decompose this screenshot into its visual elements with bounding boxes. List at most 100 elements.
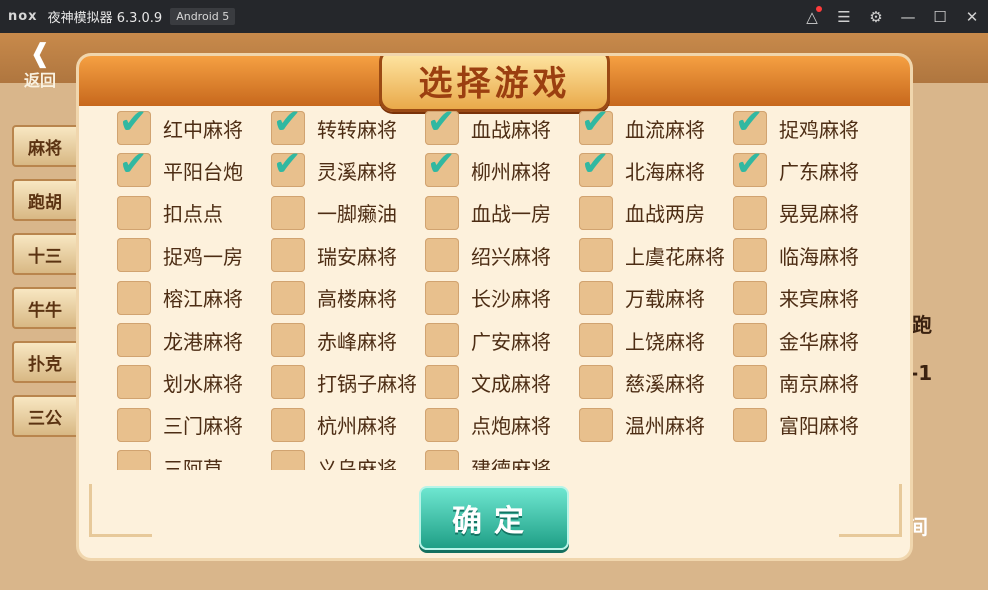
checkbox[interactable] [117,365,151,400]
checkbox[interactable]: ✔ [425,147,459,188]
checkbox[interactable] [425,450,459,470]
checkbox[interactable] [579,195,613,230]
game-option[interactable]: 文成麻将 [425,364,579,400]
game-option[interactable]: 南京麻将 [733,364,887,400]
checkbox[interactable] [117,238,151,273]
checkbox[interactable] [579,365,613,400]
game-option[interactable]: ✔ 血战麻将 [425,110,579,146]
checkbox[interactable] [733,195,767,230]
game-option[interactable]: ✔ 捉鸡麻将 [733,110,887,146]
game-option[interactable]: 扣点点 [117,195,271,231]
game-option[interactable]: ✔ 平阳台炮 [117,147,271,188]
game-option[interactable]: 三阿草 [117,449,271,470]
game-option[interactable]: 绍兴麻将 [425,237,579,273]
checkbox[interactable]: ✔ [579,110,613,145]
game-option[interactable]: 高楼麻将 [271,280,425,316]
checkbox[interactable] [425,238,459,273]
game-option[interactable]: 榕江麻将 [117,280,271,316]
side-tab-sangong[interactable]: 三公 [12,395,80,437]
checkbox[interactable]: ✔ [733,147,767,188]
checkbox[interactable]: ✔ [271,110,305,145]
minimize-icon[interactable]: — [892,0,924,33]
confirm-button[interactable]: 确定 [419,486,569,550]
side-tab-mahjong[interactable]: 麻将 [12,125,80,167]
game-option[interactable]: 三门麻将 [117,407,271,443]
side-tab-shisan[interactable]: 十三 [12,233,80,275]
game-option[interactable]: 捉鸡一房 [117,237,271,273]
checkbox[interactable] [117,195,151,230]
game-option[interactable]: ✔ 血流麻将 [579,110,733,146]
checkbox[interactable] [271,280,305,315]
checkbox[interactable] [733,323,767,357]
game-option[interactable]: ✔ 柳州麻将 [425,147,579,188]
checkbox[interactable]: ✔ [117,147,151,188]
checkbox[interactable] [579,323,613,357]
back-button[interactable]: ❰ 返回 [10,41,70,91]
checkbox[interactable] [579,407,613,442]
checkbox[interactable]: ✔ [271,147,305,188]
game-option[interactable]: ✔ 红中麻将 [117,110,271,146]
game-option[interactable]: 建德麻将 [425,449,579,470]
game-option[interactable]: 金华麻将 [733,322,887,358]
checkbox[interactable] [271,450,305,470]
game-option[interactable]: 上虞花麻将 [579,237,733,273]
game-option[interactable]: 打锅子麻将 [271,364,425,400]
game-option[interactable]: 来宾麻将 [733,280,887,316]
close-icon[interactable]: ✕ [956,0,988,33]
game-option[interactable]: 富阳麻将 [733,407,887,443]
game-option[interactable]: 一脚癞油 [271,195,425,231]
game-option[interactable]: ✔ 广东麻将 [733,147,887,188]
checkbox[interactable] [271,365,305,400]
game-option[interactable]: ✔ 北海麻将 [579,147,733,188]
checkbox[interactable] [733,365,767,400]
checkbox[interactable] [733,238,767,273]
game-option[interactable]: 临海麻将 [733,237,887,273]
game-option[interactable]: 晃晃麻将 [733,195,887,231]
game-option[interactable]: 慈溪麻将 [579,364,733,400]
checkbox[interactable] [425,323,459,357]
side-tab-poker[interactable]: 扑克 [12,341,80,383]
game-option[interactable]: ✔ 灵溪麻将 [271,147,425,188]
game-option[interactable]: 划水麻将 [117,364,271,400]
game-option[interactable]: 血战两房 [579,195,733,231]
maximize-icon[interactable]: ☐ [924,0,956,33]
checkbox[interactable] [733,407,767,442]
game-option[interactable]: 上饶麻将 [579,322,733,358]
checkbox[interactable] [271,407,305,442]
checkbox[interactable] [425,195,459,230]
checkbox[interactable] [579,280,613,315]
checkbox[interactable] [425,365,459,400]
gear-icon[interactable]: ⚙ [860,0,892,33]
checkbox[interactable] [117,323,151,357]
checkbox[interactable] [425,407,459,442]
checkbox[interactable] [271,195,305,230]
checkbox[interactable] [579,238,613,273]
game-option[interactable]: 瑞安麻将 [271,237,425,273]
checkbox[interactable]: ✔ [117,110,151,145]
game-option[interactable]: 杭州麻将 [271,407,425,443]
game-option[interactable]: 赤峰麻将 [271,322,425,358]
game-option[interactable]: 广安麻将 [425,322,579,358]
side-tab-paohu[interactable]: 跑胡 [12,179,80,221]
shirt-icon[interactable]: △ [796,0,828,33]
game-option[interactable]: 龙港麻将 [117,322,271,358]
checkbox[interactable] [271,238,305,273]
menu-icon[interactable]: ☰ [828,0,860,33]
checkbox[interactable] [425,280,459,315]
checkbox[interactable]: ✔ [733,110,767,145]
game-option[interactable]: ✔ 转转麻将 [271,110,425,146]
game-option[interactable]: 点炮麻将 [425,407,579,443]
checkbox[interactable] [271,323,305,357]
checkbox[interactable]: ✔ [579,147,613,188]
checkbox[interactable]: ✔ [425,110,459,145]
checkbox[interactable] [117,280,151,315]
checkbox[interactable] [117,407,151,442]
game-option[interactable]: 温州麻将 [579,407,733,443]
game-option[interactable]: 长沙麻将 [425,280,579,316]
game-option[interactable]: 义乌麻将 [271,449,425,470]
side-tab-niuniu[interactable]: 牛牛 [12,287,80,329]
checkbox[interactable] [733,280,767,315]
game-option[interactable]: 万载麻将 [579,280,733,316]
game-option[interactable]: 血战一房 [425,195,579,231]
checkbox[interactable] [117,450,151,470]
